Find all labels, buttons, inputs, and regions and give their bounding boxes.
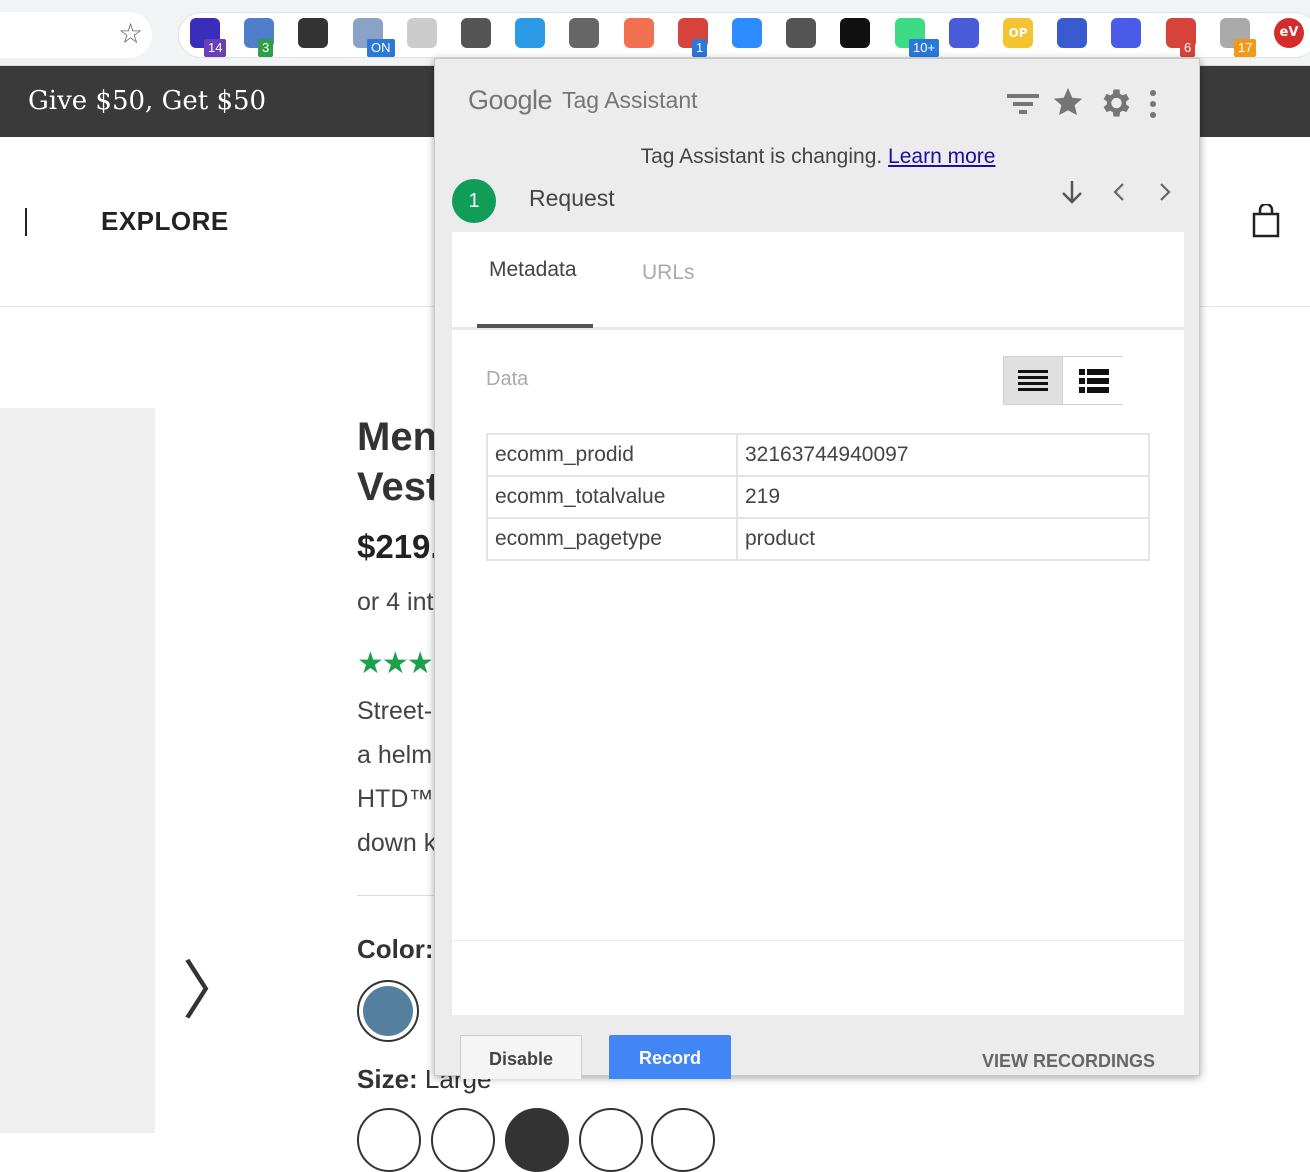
chevron-right-icon[interactable]: [1157, 181, 1173, 203]
filter-icon[interactable]: [1007, 91, 1039, 117]
list-view-icon[interactable]: [1004, 357, 1063, 404]
size-option-selected[interactable]: [505, 1108, 569, 1172]
table-cell-value: 219: [736, 475, 1150, 519]
tab-bar: Metadata URLs: [452, 232, 1184, 330]
product-image: [0, 408, 155, 1133]
nav-explore-link[interactable]: EXPLORE: [101, 206, 229, 237]
table-cell-value: 32163744940097: [736, 433, 1150, 477]
table-row: ecomm_totalvalue 219: [486, 475, 1150, 519]
description-line: a helm: [357, 741, 433, 769]
data-table: ecomm_prodid 32163744940097 ecomm_totalv…: [486, 433, 1150, 561]
ev-icon[interactable]: eV: [1274, 18, 1304, 48]
arrow-box-icon[interactable]: [569, 18, 599, 48]
description-line: HTD™: [357, 785, 434, 813]
extension-badge: 17: [1234, 39, 1257, 57]
carousel-next-icon[interactable]: 〉: [182, 940, 246, 1032]
size-option[interactable]: [357, 1108, 421, 1172]
color-swatch-fill: [363, 986, 413, 1036]
tetris-block-icon[interactable]: [461, 18, 491, 48]
panel-divider: [452, 940, 1184, 941]
request-label: Request: [529, 185, 615, 211]
extension-badge: 3: [258, 39, 274, 57]
bookmark-star-icon[interactable]: ☆: [118, 17, 143, 50]
rating-stars[interactable]: ★★★: [357, 646, 435, 681]
record-button[interactable]: Record: [609, 1035, 731, 1079]
request-panel: Metadata URLs Data ecomm_prodid 32163744…: [452, 232, 1184, 1015]
product-title-line1: Men: [357, 415, 435, 459]
feather-icon[interactable]: [1057, 18, 1087, 48]
notice-banner: Tag Assistant is changing. Learn more: [435, 145, 1201, 169]
extension-badge: 1: [692, 39, 708, 57]
product-title: Men Vest: [357, 412, 435, 512]
extension-badge: 10+: [909, 39, 940, 57]
chevron-left-icon[interactable]: [1111, 181, 1127, 203]
op-icon[interactable]: OP: [1003, 18, 1033, 48]
more-vert-icon[interactable]: [1147, 89, 1159, 119]
product-title-line2: Vest: [357, 465, 435, 509]
shopping-bag-icon[interactable]: [1252, 204, 1280, 238]
size-option[interactable]: [579, 1108, 643, 1172]
tag-assistant-popup: Google Tag Assistant Tag Assistant is ch…: [434, 58, 1201, 1079]
google-logo: Google: [468, 85, 553, 115]
browser-toolbar: ☆ 14 3 ON 1 10+ OP 6 17 eV: [0, 0, 1310, 66]
video-camera-icon[interactable]: [732, 18, 762, 48]
view-toggle: [1003, 356, 1123, 405]
description-divider: [357, 895, 435, 896]
table-cell-key: ecomm_totalvalue: [486, 475, 738, 519]
data-section-label: Data: [486, 368, 529, 390]
table-row: ecomm_prodid 32163744940097: [486, 433, 1150, 477]
size-option[interactable]: [651, 1108, 715, 1172]
installments-text: or 4 int: [357, 588, 434, 616]
disable-button[interactable]: Disable: [460, 1035, 582, 1079]
size-option[interactable]: [431, 1108, 495, 1172]
view-recordings-button[interactable]: VIEW RECORDINGS: [982, 1051, 1155, 1072]
tab-urls[interactable]: URLs: [642, 261, 695, 285]
promo-banner-text[interactable]: Give $50, Get $50: [28, 86, 266, 116]
detail-list-view-icon[interactable]: [1064, 357, 1123, 404]
arrow-down-icon[interactable]: [1059, 179, 1085, 205]
size-label-title: Size:: [357, 1064, 418, 1094]
table-cell-key: ecomm_prodid: [486, 433, 738, 477]
hubspot-icon[interactable]: [624, 18, 654, 48]
description-line: Street-: [357, 697, 433, 725]
extension-badge: 14: [204, 39, 227, 57]
description-line: down k: [357, 829, 435, 857]
table-cell-key: ecomm_pagetype: [486, 517, 738, 561]
globe-arrows-icon[interactable]: [786, 18, 816, 48]
dart-circle-icon[interactable]: [949, 18, 979, 48]
snowflake-icon[interactable]: [1111, 18, 1141, 48]
extension-badge: 6: [1180, 39, 1196, 57]
active-tab-indicator: [477, 324, 593, 328]
app-name: Tag Assistant: [562, 87, 698, 113]
color-swatch[interactable]: [357, 980, 419, 1042]
color-label: Color:: [357, 934, 434, 964]
learn-more-link[interactable]: Learn more: [888, 145, 995, 168]
bird-icon[interactable]: [515, 18, 545, 48]
star-icon[interactable]: [1051, 85, 1085, 119]
notice-text: Tag Assistant is changing.: [640, 145, 889, 168]
info-circle-icon[interactable]: [298, 18, 328, 48]
table-cell-value: product: [736, 517, 1150, 561]
snapchat-ghost-icon[interactable]: [840, 18, 870, 48]
extension-badge: ON: [367, 39, 395, 57]
table-row: ecomm_pagetype product: [486, 517, 1150, 561]
tab-metadata[interactable]: Metadata: [489, 258, 577, 282]
request-number-badge: 1: [452, 179, 496, 223]
product-price: $219.: [357, 528, 435, 565]
gear-icon[interactable]: [1097, 85, 1133, 121]
nav-divider: [25, 208, 27, 236]
leaf-icon[interactable]: [407, 18, 437, 48]
